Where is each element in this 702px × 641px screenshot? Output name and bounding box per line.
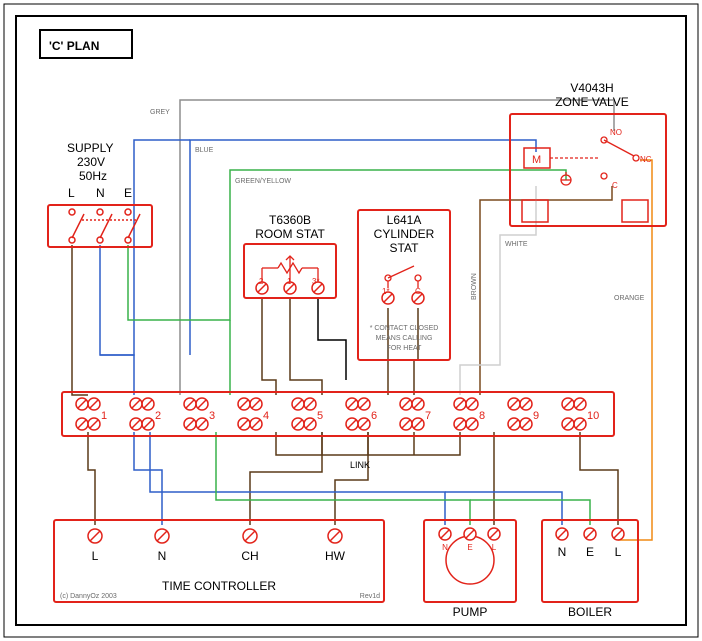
pump-N: N	[442, 543, 448, 552]
wire-label-grey: GREY	[150, 109, 170, 116]
j-t10: 10	[587, 410, 599, 422]
wire-j1-timerL	[88, 432, 95, 525]
j-t3: 3	[209, 410, 215, 422]
cyl-label2: STAT	[390, 241, 420, 255]
cyl-model: L641A	[387, 213, 422, 227]
j-t9: 9	[533, 410, 539, 422]
junction-strip: 1 2 3 4	[62, 392, 614, 436]
boiler-E: E	[586, 545, 594, 559]
rev: Rev1d	[360, 593, 380, 600]
cyl-note2: MEANS CALLING	[376, 335, 433, 342]
j-t8: 8	[479, 410, 485, 422]
cplan-diagram: 'C' PLAN GREY BLUE GREEN/YELLOW BROWN WH…	[0, 0, 702, 641]
wire-roomstat-2	[262, 298, 276, 395]
boiler: N E L BOILER	[542, 520, 638, 619]
pump-E: E	[467, 543, 472, 552]
cyl-note3: FOR HEAT	[387, 345, 423, 352]
pump-L: L	[492, 543, 497, 552]
timer-CH: CH	[241, 549, 258, 563]
wire-label-gy: GREEN/YELLOW	[235, 178, 291, 185]
supply-L: L	[68, 186, 75, 200]
roomstat-label: ROOM STAT	[255, 227, 325, 241]
wire-j3-pumpE	[216, 432, 470, 525]
zone-model: V4043H	[570, 81, 613, 95]
wire-label-white: WHITE	[505, 241, 528, 248]
cylinder-stat: L641A CYLINDER STAT 1* C * CONTACT CLOSE…	[358, 210, 450, 360]
wire-orange	[618, 160, 652, 540]
supply-block: SUPPLY 230V 50Hz L N E	[48, 141, 152, 247]
zone-out1	[522, 200, 548, 222]
cyl-note1: * CONTACT CLOSED	[370, 325, 439, 332]
wire-label-blue: BLUE	[195, 147, 214, 154]
supply-label: SUPPLY	[67, 141, 113, 155]
zone-valve: V4043H ZONE VALVE M NO NC C	[510, 81, 666, 226]
wire-j10-boilerL	[580, 432, 618, 525]
timer-L: L	[92, 549, 99, 563]
timer-HW: HW	[325, 549, 346, 563]
diagram-title: 'C' PLAN	[49, 39, 99, 53]
wire-roomstat-3	[318, 298, 346, 380]
supply-hz: 50Hz	[79, 169, 107, 183]
wire-j2-pumpN	[150, 432, 445, 525]
rs-t1: 2	[259, 277, 264, 286]
j-t6: 6	[371, 410, 377, 422]
j-t2: 2	[155, 410, 161, 422]
timer-label: TIME CONTROLLER	[162, 579, 276, 593]
wire-j6-timerHW	[335, 432, 368, 525]
wire-j2-timerN	[134, 432, 162, 525]
pump: N E L PUMP	[424, 520, 516, 619]
boiler-label: BOILER	[568, 605, 612, 619]
boiler-N: N	[558, 545, 567, 559]
cyl-tc: C	[415, 287, 421, 296]
wire-pumpE-boilerE	[470, 500, 590, 525]
room-stat: T6360B ROOM STAT 2 1 3*	[244, 213, 336, 298]
supply-N: N	[96, 186, 105, 200]
j-t7: 7	[425, 410, 431, 422]
j-t4: 4	[263, 410, 269, 422]
wire-blue-zone	[190, 140, 536, 355]
j-t1: 1	[101, 410, 107, 422]
link-label: LINK	[350, 460, 370, 470]
rs-t2: 1	[287, 277, 292, 286]
copyright: (c) DannyOz 2003	[60, 593, 117, 600]
wire-j5-timerCH	[250, 432, 322, 525]
supply-v: 230V	[77, 155, 105, 169]
zone-out2	[622, 200, 648, 222]
pump-label: PUMP	[453, 605, 488, 619]
wire-label-brown: BROWN	[471, 273, 478, 300]
wire-label-orange: ORANGE	[614, 295, 645, 302]
zone-NC: NC	[640, 155, 652, 164]
cyl-label1: CYLINDER	[374, 227, 435, 241]
zone-NO: NO	[610, 128, 622, 137]
roomstat-model: T6360B	[269, 213, 311, 227]
cyl-t1: 1*	[382, 287, 390, 296]
supply-box	[48, 205, 152, 247]
zone-label: ZONE VALVE	[555, 95, 629, 109]
wire-roomstat-1	[290, 298, 322, 395]
wire-brown-supplyL	[72, 245, 88, 395]
j-t5: 5	[317, 410, 323, 422]
supply-E: E	[124, 186, 132, 200]
rs-t3: 3*	[312, 277, 320, 286]
zone-M: M	[532, 154, 541, 166]
boiler-L: L	[615, 545, 622, 559]
time-controller: L N CH HW TIME CONTROLLER (c) DannyOz 20…	[54, 520, 384, 602]
timer-N: N	[158, 549, 167, 563]
zone-C: C	[612, 181, 618, 190]
